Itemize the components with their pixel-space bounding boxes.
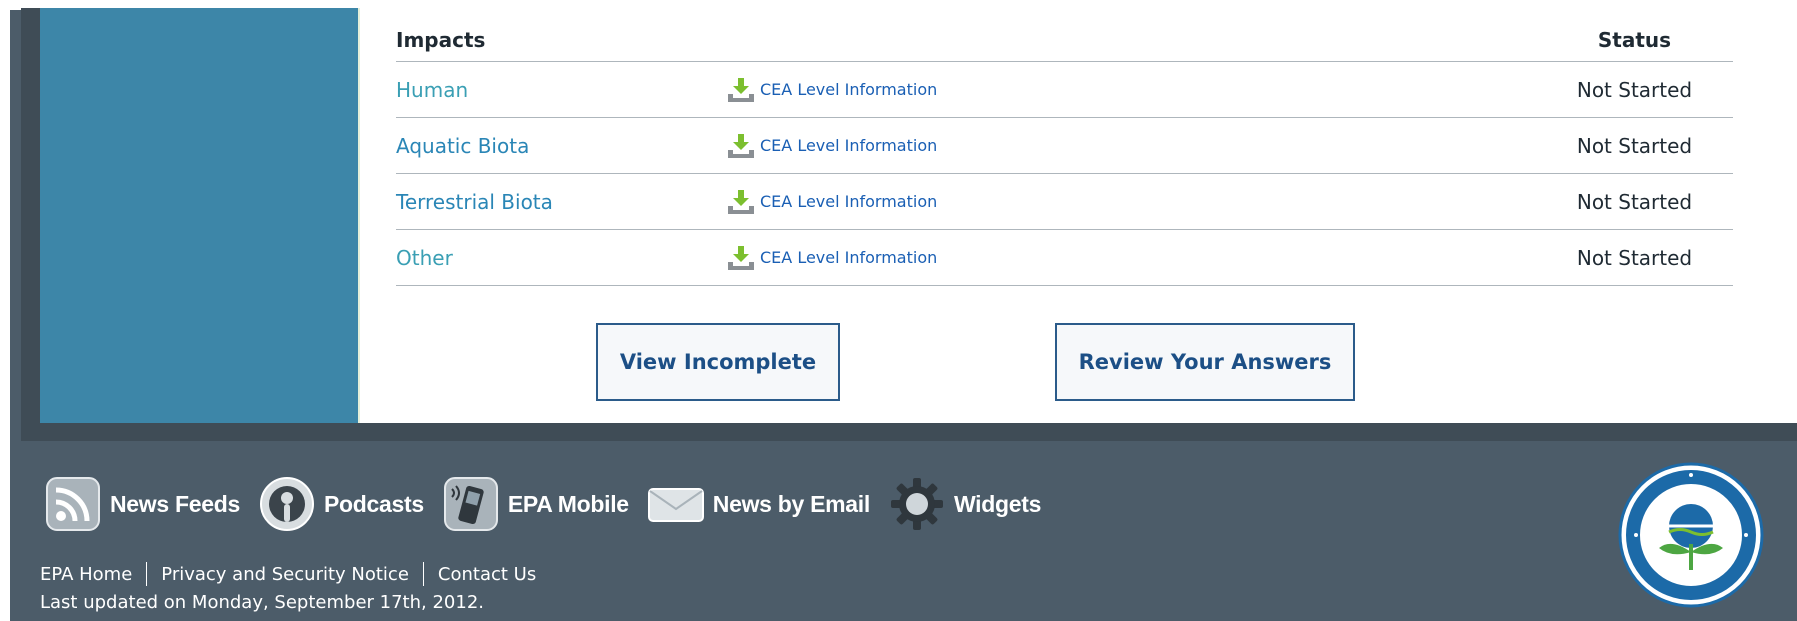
cea-info-link[interactable]: CEA Level Information	[726, 133, 1536, 159]
envelope-icon	[647, 488, 704, 522]
privacy-notice-link[interactable]: Privacy and Security Notice	[161, 564, 409, 585]
cea-info-link[interactable]: CEA Level Information	[726, 189, 1536, 215]
widgets-link[interactable]: Widgets	[888, 475, 1041, 533]
left-sidebar	[40, 8, 358, 423]
impact-link-terrestrial-biota[interactable]: Terrestrial Biota	[396, 190, 726, 214]
footer-feeds: News Feeds Podcasts EPA Mobile News by E…	[44, 475, 1059, 533]
epa-home-link[interactable]: EPA Home	[40, 564, 132, 585]
table-header: Impacts Status	[396, 18, 1733, 62]
cea-info-label: CEA Level Information	[760, 192, 938, 211]
contact-us-link[interactable]: Contact Us	[438, 564, 536, 585]
impacts-table: Impacts Status Human CEA Level Informati…	[396, 18, 1733, 286]
header-status: Status	[1597, 27, 1672, 52]
impact-link-human[interactable]: Human	[396, 78, 726, 102]
download-icon	[728, 133, 754, 158]
news-by-email-link[interactable]: News by Email	[647, 475, 870, 533]
epa-mobile-link[interactable]: EPA Mobile	[442, 475, 629, 533]
impact-link-other[interactable]: Other	[396, 246, 726, 270]
news-by-email-label: News by Email	[712, 490, 870, 517]
cea-info-link[interactable]: CEA Level Information	[726, 245, 1536, 271]
impact-link-aquatic-biota[interactable]: Aquatic Biota	[396, 134, 726, 158]
podcast-icon	[259, 477, 314, 531]
footer-nav: EPA Home Privacy and Security Notice Con…	[40, 562, 536, 586]
cea-info-label: CEA Level Information	[760, 248, 938, 267]
last-updated-text: Last updated on Monday, September 17th, …	[40, 592, 484, 613]
nav-divider	[422, 562, 424, 586]
status-text: Not Started	[1576, 189, 1693, 214]
review-answers-button[interactable]: Review Your Answers	[1055, 323, 1355, 401]
gear-icon	[890, 478, 943, 530]
table-row: Human CEA Level Information Not Started	[396, 62, 1733, 118]
news-feeds-label: News Feeds	[110, 490, 240, 517]
mobile-phone-icon	[443, 477, 498, 531]
cea-info-label: CEA Level Information	[760, 136, 938, 155]
epa-seal-logo	[1618, 462, 1764, 608]
cea-info-label: CEA Level Information	[760, 80, 938, 99]
table-row: Aquatic Biota CEA Level Information Not …	[396, 118, 1733, 174]
table-row: Terrestrial Biota CEA Level Information …	[396, 174, 1733, 230]
left-border	[0, 0, 10, 621]
status-text: Not Started	[1576, 77, 1693, 102]
podcasts-label: Podcasts	[323, 490, 424, 517]
download-icon	[728, 245, 754, 270]
news-feeds-link[interactable]: News Feeds	[44, 475, 240, 533]
cea-info-link[interactable]: CEA Level Information	[726, 77, 1536, 103]
podcasts-link[interactable]: Podcasts	[258, 475, 424, 533]
view-incomplete-button[interactable]: View Incomplete	[596, 323, 840, 401]
nav-divider	[146, 562, 148, 586]
status-text: Not Started	[1576, 133, 1693, 158]
rss-icon	[46, 477, 100, 531]
epa-mobile-label: EPA Mobile	[507, 490, 629, 517]
header-impacts: Impacts	[396, 27, 486, 52]
download-icon	[728, 189, 754, 214]
table-row: Other CEA Level Information Not Started	[396, 230, 1733, 286]
download-icon	[728, 77, 754, 102]
right-edge	[1764, 8, 1797, 423]
status-text: Not Started	[1576, 245, 1693, 270]
widgets-label: Widgets	[953, 490, 1042, 517]
